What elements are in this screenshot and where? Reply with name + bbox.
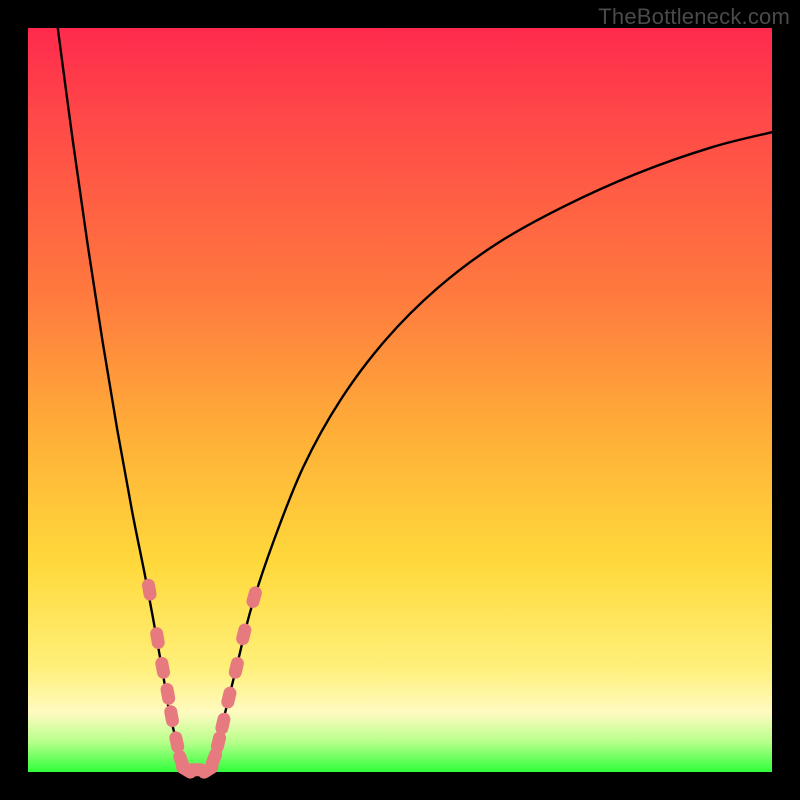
marker-point: [149, 626, 166, 650]
chart-svg: [28, 28, 772, 772]
curve-right: [207, 132, 772, 772]
marker-point: [163, 704, 180, 728]
marker-point: [154, 656, 171, 680]
marker-point: [220, 685, 238, 709]
marker-point: [245, 585, 263, 610]
plot-area: [28, 28, 772, 772]
marker-point: [141, 578, 157, 602]
marker-point: [159, 682, 176, 706]
marker-point: [168, 730, 185, 754]
marker-point: [227, 656, 245, 680]
marker-point: [235, 622, 253, 647]
highlight-markers: [141, 578, 263, 781]
watermark-text: TheBottleneck.com: [598, 4, 790, 30]
chart-frame: TheBottleneck.com: [0, 0, 800, 800]
curve-right-branch: [207, 132, 772, 772]
